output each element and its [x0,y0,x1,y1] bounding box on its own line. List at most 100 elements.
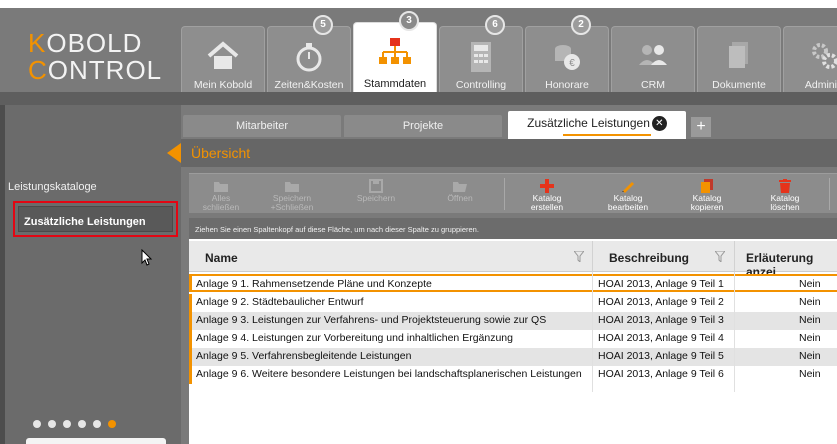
plus-icon [519,177,575,194]
sidebar-item-leistungskataloge[interactable]: Leistungskataloge [8,181,97,193]
row-marker [189,330,192,348]
app-window: KOBOLD CONTROL Mein Kobold 5 Zeiten&Kost… [0,0,837,444]
cell-description: HOAI 2013, Anlage 9 Teil 3 [598,314,724,326]
copy-icon [681,177,733,194]
filter-icon[interactable] [574,251,584,262]
page-dot[interactable] [93,420,101,428]
button-label-line2: +Schließen [270,202,314,212]
folder-open-icon [435,177,485,194]
section-header: Übersicht [167,139,837,167]
tab-projekte[interactable]: Projekte [344,115,502,137]
pencil-icon [599,177,657,194]
close-tab-icon[interactable]: ✕ [651,116,667,132]
nav-tab-stammdaten[interactable]: 3 Stammdaten [353,11,437,96]
edit-catalog-button[interactable]: Katalog bearbeiten [599,174,657,214]
group-by-drop-area[interactable]: Ziehen Sie einen Spaltenkopf auf diese F… [189,218,837,239]
sub-tab-bar: Mitarbeiter Projekte Zusätzliche Leistun… [181,111,837,139]
cell-name: Anlage 9 5. Verfahrensbegleitende Leistu… [196,350,412,362]
save-icon [347,177,405,194]
tab-zusaetzliche-leistungen[interactable]: Zusätzliche Leistungen ✕ [508,111,686,139]
people-icon [637,41,669,74]
row-marker [189,366,192,384]
top-strip [0,0,837,8]
logo-initial-c: C [28,55,48,85]
column-divider [734,272,735,392]
active-underline [563,134,651,136]
nav-tab-mein-kobold[interactable]: Mein Kobold [181,26,265,96]
gears-icon [810,41,837,76]
data-grid: Ziehen Sie einen Spaltenkopf auf diese F… [189,218,837,444]
trash-icon [759,177,811,194]
cell-explanation: Nein [799,296,821,308]
open-button[interactable]: Öffnen [435,174,485,214]
sidebar-selection-highlight: Zusätzliche Leistungen [13,201,178,237]
nav-tab-crm[interactable]: CRM [611,26,695,96]
nav-tab-label: CRM [641,79,665,91]
nav-tab-controlling[interactable]: 6 Controlling [439,15,523,96]
header-divider-bar [0,92,837,105]
column-divider [592,241,593,272]
table-row[interactable]: Anlage 9 6. Weitere besondere Leistungen… [189,366,837,384]
left-edge-stripe [0,105,5,444]
main-nav: Mein Kobold 5 Zeiten&Kosten 3 Stammdaten… [181,11,837,96]
button-label-line2: löschen [770,202,800,212]
create-catalog-button[interactable]: Katalog erstellen [519,174,575,214]
copy-catalog-button[interactable]: Katalog kopieren [681,174,733,214]
cell-description: HOAI 2013, Anlage 9 Teil 4 [598,332,724,344]
section-title: Übersicht [191,145,251,161]
close-all-button[interactable]: Alles schließen [195,174,247,214]
add-tab-button[interactable]: + [691,117,711,137]
save-and-close-button[interactable]: Speichern +Schließen [263,174,321,214]
table-row[interactable]: Anlage 9 4. Leistungen zur Vorbereitung … [189,330,837,348]
cell-name: Anlage 9 3. Leistungen zur Verfahrens- u… [196,314,547,326]
logo-line-1: KOBOLD [28,30,162,57]
folder-save-icon [263,177,321,194]
logo-rest-1: OBOLD [46,28,143,58]
column-divider [734,241,735,272]
delete-catalog-button[interactable]: Katalog löschen [759,174,811,214]
cell-explanation: Nein [799,350,821,362]
page-dot[interactable] [48,420,56,428]
count-badge: 5 [313,15,333,35]
page-dot[interactable] [63,420,71,428]
nav-tab-administration[interactable]: Administ [783,26,837,96]
table-row[interactable]: Anlage 9 3. Leistungen zur Verfahrens- u… [189,312,837,330]
save-button[interactable]: Speichern [347,174,405,214]
cell-explanation: Nein [799,368,821,380]
nav-tab-dokumente[interactable]: Dokumente [697,26,781,96]
nav-tab-honorare[interactable]: 2 € Honorare [525,15,609,96]
nav-tab-zeiten-kosten[interactable]: 5 Zeiten&Kosten [267,15,351,96]
nav-tab-label: Mein Kobold [193,79,253,91]
nav-tab-label: Dokumente [712,79,766,91]
toolbar: Alles schließen Speichern +Schließen Spe… [189,173,837,213]
button-label-line2: schließen [202,202,240,212]
page-dot[interactable] [33,420,41,428]
button-label-line1: Speichern [356,193,396,203]
page-dot[interactable] [78,420,86,428]
cell-explanation: Nein [799,332,821,344]
page-indicator [33,420,116,428]
nav-tab-label: Honorare [545,79,589,91]
count-badge: 2 [571,15,591,35]
stopwatch-icon [294,41,324,78]
sidebar-item-zusaetzliche-leistungen[interactable]: Zusätzliche Leistungen [18,206,173,232]
cell-description: HOAI 2013, Anlage 9 Teil 5 [598,350,724,362]
cell-description: HOAI 2013, Anlage 9 Teil 1 [598,278,724,290]
filter-icon[interactable] [715,251,725,262]
header: KOBOLD CONTROL Mein Kobold 5 Zeiten&Kost… [0,8,837,96]
table-row[interactable]: Anlage 9 1. Rahmensetzende Pläne und Kon… [189,274,837,292]
table-row[interactable]: Anlage 9 2. Städtebaulicher Entwurf HOAI… [189,294,837,312]
home-icon [206,41,240,76]
cell-name: Anlage 9 6. Weitere besondere Leistungen… [196,368,582,380]
cell-name: Anlage 9 1. Rahmensetzende Pläne und Kon… [196,278,432,290]
page-dot-active[interactable] [108,420,116,428]
tab-mitarbeiter[interactable]: Mitarbeiter [183,115,341,137]
column-header-name[interactable]: Name [205,251,238,265]
sidebar-bottom-button[interactable] [26,438,166,444]
nav-tab-label: Controlling [455,79,507,91]
nav-tab-label: Stammdaten [363,78,427,90]
cell-description: HOAI 2013, Anlage 9 Teil 2 [598,296,724,308]
column-header-beschreibung[interactable]: Beschreibung [609,251,689,265]
table-row[interactable]: Anlage 9 5. Verfahrensbegleitende Leistu… [189,348,837,366]
logo: KOBOLD CONTROL [28,30,162,84]
